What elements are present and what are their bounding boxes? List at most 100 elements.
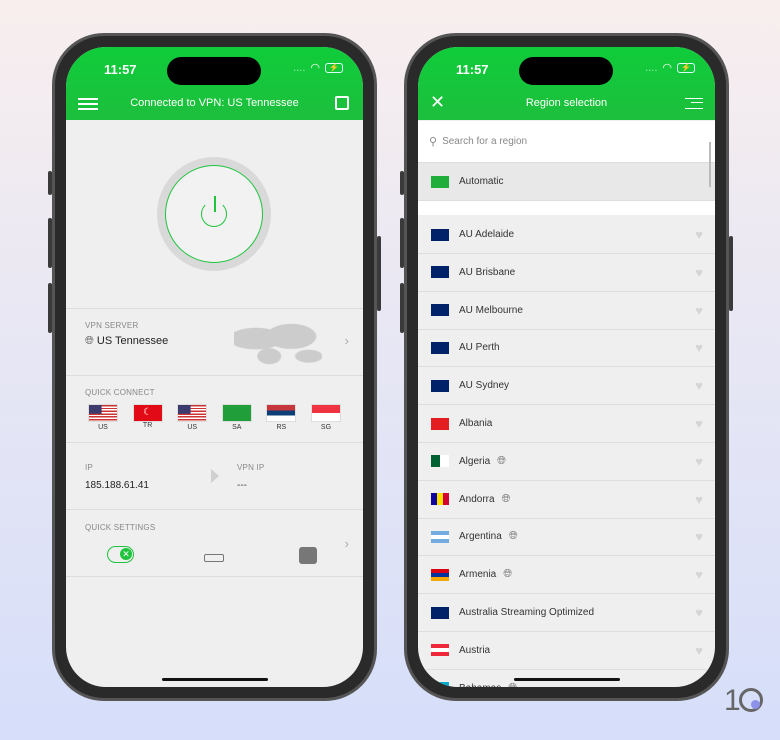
search-icon: ⚲ (429, 136, 438, 148)
search-input[interactable]: Search for a region (442, 136, 527, 147)
favorite-heart-icon[interactable]: ♥ (695, 643, 703, 658)
region-name: Bahamas (459, 683, 501, 687)
region-row[interactable]: AU Sydney ♥ (418, 367, 715, 406)
quick-connect-us-2[interactable]: US (177, 404, 208, 431)
quick-connect-tr[interactable]: ☾ TR (132, 404, 163, 431)
quick-connect-rs[interactable]: RS (266, 404, 297, 431)
globe-icon: 🌐︎ (508, 682, 517, 687)
favorite-heart-icon[interactable]: ♥ (695, 378, 703, 393)
code: SG (320, 424, 332, 431)
flag-tr-icon: ☾ (132, 404, 163, 422)
vpn-server-label: VPN SERVER (85, 321, 139, 330)
quick-settings-label: QUICK SETTINGS (85, 523, 156, 532)
flag-am-icon (431, 568, 449, 581)
status-icons: .... ◠ ⚡ (645, 61, 695, 74)
quick-connect-sg[interactable]: SG (310, 404, 341, 431)
router-icon[interactable] (204, 554, 224, 562)
region-row[interactable]: Andorra 🌐︎ ♥ (418, 481, 715, 519)
region-header: 11:57 .... ◠ ⚡ ✕ Region selection (418, 47, 715, 120)
region-row[interactable]: Australia Streaming Optimized ♥ (418, 594, 715, 632)
flag-au-icon (431, 379, 449, 392)
region-name: Andorra (459, 493, 495, 505)
code: US (98, 424, 108, 431)
sort-icon[interactable] (685, 98, 703, 109)
region-automatic[interactable]: Automatic (418, 163, 715, 201)
code: TR (142, 422, 153, 429)
favorite-heart-icon[interactable]: ♥ (695, 454, 703, 469)
favorite-heart-icon[interactable]: ♥ (695, 265, 703, 280)
quick-connect-us[interactable]: US (88, 404, 118, 431)
battery-charging-icon: ⚡ (677, 62, 695, 73)
chevron-right-icon: › (344, 333, 349, 348)
status-time: 11:57 (104, 62, 137, 77)
favorite-heart-icon[interactable]: ♥ (695, 227, 703, 242)
automatic-icon (431, 175, 449, 188)
favorite-heart-icon[interactable]: ♥ (695, 340, 703, 355)
region-name: Albania (459, 418, 493, 429)
region-name: Austria (459, 644, 491, 656)
quick-connect-section: QUICK CONNECT US ☾ TR US SA RS SG (66, 375, 363, 442)
flag-au-icon (431, 266, 449, 279)
region-row[interactable]: AU Adelaide ♥ (418, 216, 715, 254)
region-name: Algeria (459, 455, 491, 467)
region-row[interactable]: Algeria 🌐︎ ♥ (418, 443, 715, 481)
code: SA (232, 424, 242, 431)
region-title: Region selection (525, 97, 608, 109)
favorite-heart-icon[interactable]: ♥ (695, 529, 703, 544)
flag-us-icon (177, 404, 208, 422)
flag-us-icon (88, 404, 118, 422)
code: RS (276, 424, 287, 431)
home-indicator (514, 678, 620, 681)
search-bar[interactable]: ⚲ Search for a region (418, 121, 715, 163)
region-row[interactable]: Albania ♥ (418, 405, 715, 443)
region-row[interactable]: Armenia 🌐︎ ♥ (418, 556, 715, 595)
flag-al-icon (431, 417, 449, 430)
region-name: Armenia (459, 569, 497, 581)
favorite-heart-icon[interactable]: ♥ (695, 492, 703, 507)
favorite-heart-icon[interactable]: ♥ (695, 605, 703, 620)
region-row[interactable]: AU Melbourne ♥ (418, 292, 715, 330)
scrollbar[interactable] (709, 142, 711, 187)
quick-connect-label: QUICK CONNECT (85, 388, 155, 397)
killswitch-toggle[interactable]: ✕ (107, 546, 134, 563)
flag-dz-icon (431, 455, 449, 468)
status-icons: .... ◠ ⚡ (293, 61, 343, 74)
globe-icon: 🌐︎ (497, 454, 506, 467)
flag-at-icon (431, 644, 449, 657)
left-phone: 11:57 .... ◠ ⚡ Connected to VPN: US Tennes… (48, 33, 381, 701)
home-indicator (162, 678, 268, 681)
wifi-icon: ◠ (662, 62, 672, 74)
flag-au-icon (431, 228, 449, 241)
card-icon[interactable] (299, 547, 317, 564)
signal-icon: .... (645, 61, 658, 74)
flag-au-icon (431, 304, 449, 317)
region-row[interactable]: AU Perth ♥ (418, 329, 715, 368)
flag-ad-icon (431, 493, 449, 506)
signal-icon: .... (293, 61, 306, 74)
globe-icon: 🌐︎ (501, 492, 511, 505)
favorite-heart-icon[interactable]: ♥ (695, 303, 703, 318)
favorite-heart-icon[interactable]: ♥ (695, 416, 703, 431)
favorite-heart-icon[interactable]: ♥ (695, 567, 703, 582)
region-selection-screen: 11:57 .... ◠ ⚡ ✕ Region selection ⚲ Search… (418, 47, 715, 687)
flag-bs-icon (431, 682, 449, 687)
region-row[interactable]: Argentina 🌐︎ ♥ (418, 518, 715, 557)
dynamic-island (167, 57, 261, 85)
quick-connect-sa[interactable]: SA (221, 404, 252, 431)
quick-settings-section[interactable]: QUICK SETTINGS ✕ › (66, 509, 363, 577)
region-row[interactable]: AU Brisbane ♥ (418, 254, 715, 292)
server-switch-icon[interactable] (335, 96, 349, 110)
power-button[interactable] (157, 157, 271, 271)
flag-sa-icon (221, 404, 252, 422)
globe-icon: 🌐︎ (503, 568, 513, 581)
region-row[interactable]: Austria ♥ (418, 632, 715, 670)
arrow-right-icon (211, 469, 219, 483)
region-name: Automatic (459, 176, 504, 187)
status-time: 11:57 (456, 62, 489, 77)
flag-ar-icon (431, 530, 449, 543)
favorite-heart-icon[interactable]: ♥ (695, 681, 703, 687)
wifi-icon: ◠ (310, 62, 320, 74)
vpn-server-section[interactable]: VPN SERVER 🌐︎ US Tennessee › (66, 308, 363, 375)
flag-rs-icon (266, 404, 297, 422)
globe-icon: 🌐︎ (508, 530, 518, 543)
